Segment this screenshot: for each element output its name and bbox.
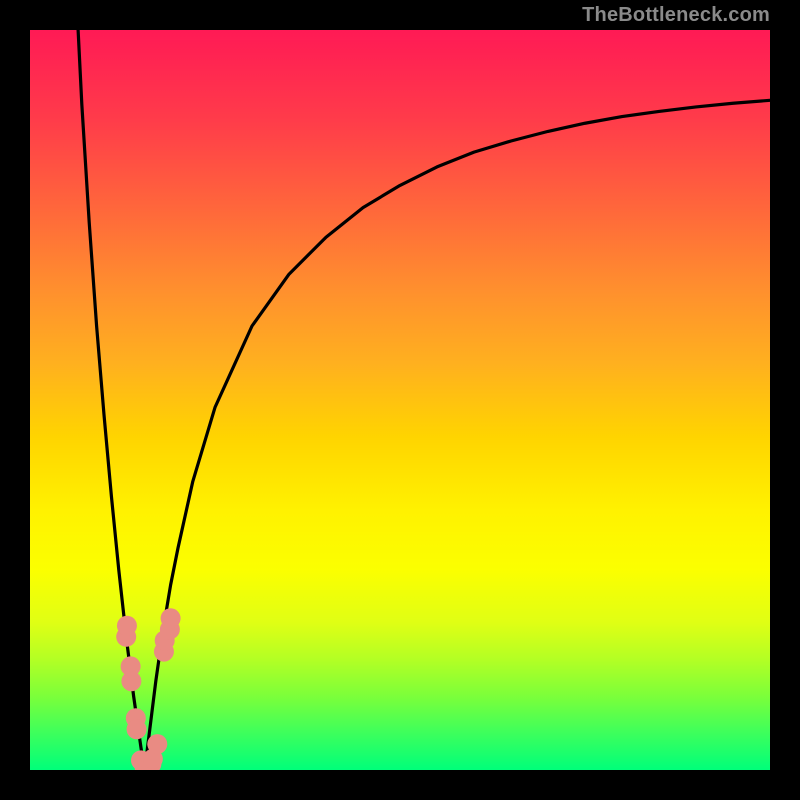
marker-dot (117, 616, 137, 636)
marker-dot (147, 734, 167, 754)
chart-svg (30, 30, 770, 770)
marker-dot (161, 608, 181, 628)
plot-area (30, 30, 770, 770)
marker-dot (127, 719, 147, 739)
curve-group (78, 30, 770, 770)
marker-group (116, 608, 180, 770)
chart-container: TheBottleneck.com (0, 0, 800, 800)
curve-right-branch (145, 100, 770, 770)
watermark-label: TheBottleneck.com (582, 4, 770, 27)
marker-dot (121, 671, 141, 691)
